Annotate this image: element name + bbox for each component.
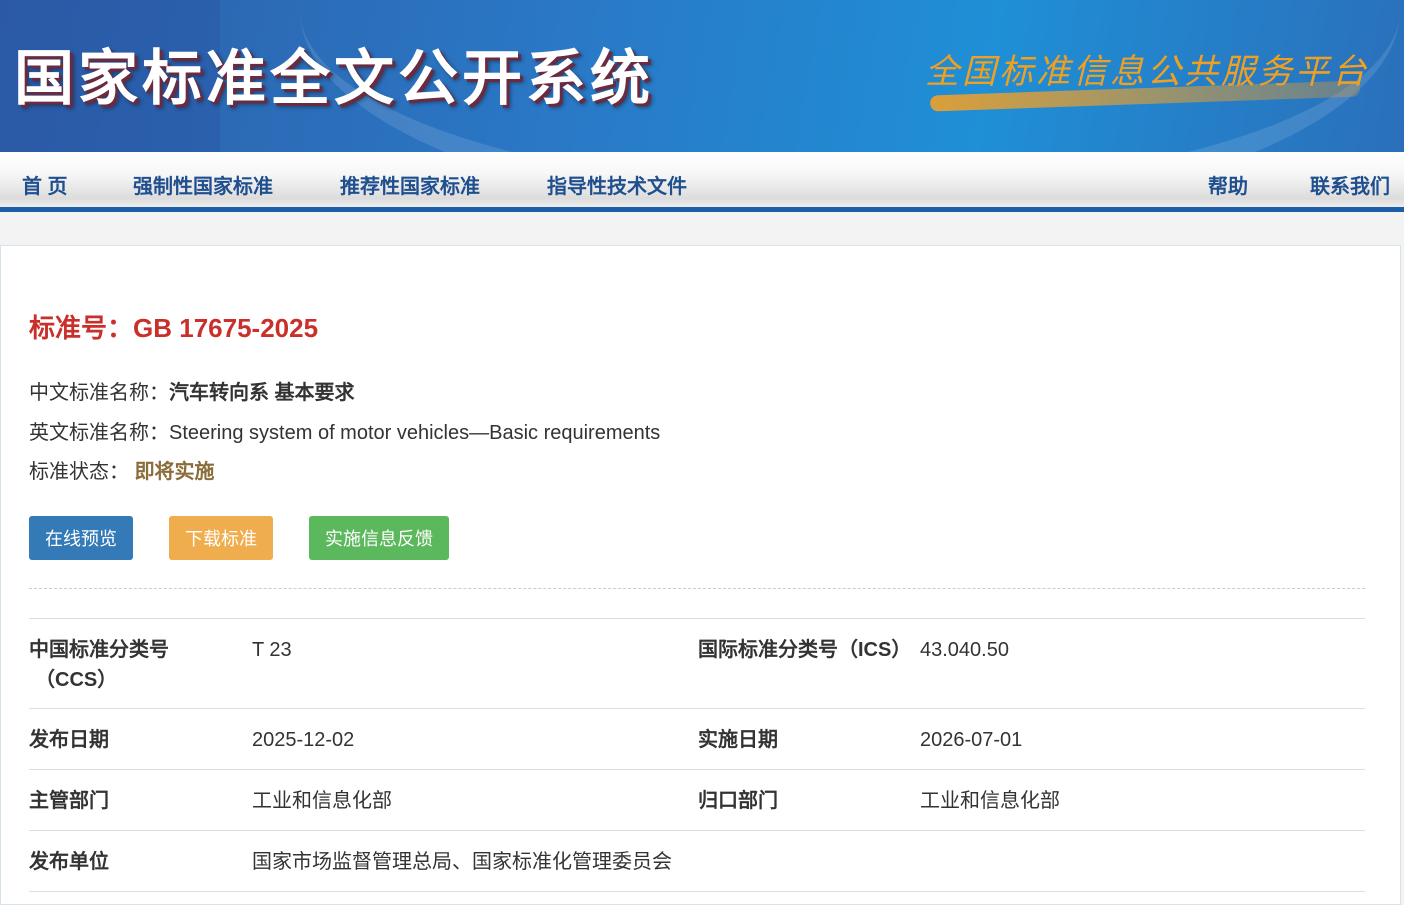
nav-home[interactable]: 首 页 — [22, 170, 68, 199]
table-row: 发布日期 2025-12-02 实施日期 2026-07-01 — [29, 709, 1365, 770]
en-name-line: 英文标准名称：Steering system of motor vehicles… — [29, 416, 660, 445]
nav-contact[interactable]: 联系我们 — [1310, 170, 1390, 199]
nav-guiding-documents[interactable]: 指导性技术文件 — [547, 170, 687, 199]
owner-label: 归口部门 — [698, 790, 778, 812]
divider — [29, 588, 1365, 589]
table-row: 中国标准分类号 （CCS） T 23 国际标准分类号（ICS） 43.040.5… — [29, 619, 1365, 709]
en-name-value: Steering system of motor vehicles—Basic … — [169, 422, 661, 444]
issuer-value: 国家市场监督管理总局、国家标准化管理委员会 — [252, 851, 672, 873]
cn-name-label: 中文标准名称： — [29, 382, 169, 404]
publish-date-value: 2025-12-02 — [252, 729, 355, 751]
online-preview-button[interactable]: 在线预览 — [29, 516, 133, 560]
publish-date-label: 发布日期 — [29, 729, 109, 751]
site-title: 国家标准全文公开系统 — [14, 44, 654, 114]
table-row: 发布单位 国家市场监督管理总局、国家标准化管理委员会 — [29, 831, 1365, 892]
standard-detail-panel: 标准号：GB 17675-2025 中文标准名称：汽车转向系 基本要求 英文标准… — [0, 245, 1401, 905]
site-header: 国家标准全文公开系统 全国标准信息公共服务平台 — [0, 0, 1404, 152]
implementation-feedback-button[interactable]: 实施信息反馈 — [309, 516, 449, 560]
standard-number-label: 标准号： — [29, 313, 134, 343]
standard-number-value: GB 17675-2025 — [133, 313, 319, 343]
nav-help[interactable]: 帮助 — [1208, 170, 1248, 199]
nav-recommended-standards[interactable]: 推荐性国家标准 — [340, 170, 480, 199]
cn-name-value: 汽车转向系 基本要求 — [169, 382, 355, 404]
impl-date-value: 2026-07-01 — [920, 729, 1023, 751]
nav-mandatory-standards[interactable]: 强制性国家标准 — [133, 170, 273, 199]
ics-value: 43.040.50 — [920, 639, 1009, 661]
owner-value: 工业和信息化部 — [920, 790, 1060, 812]
status-badge: 即将实施 — [134, 461, 215, 483]
ccs-label: 中国标准分类号 — [29, 639, 169, 661]
status-label: 标准状态： — [29, 461, 129, 483]
download-standard-button[interactable]: 下载标准 — [169, 516, 273, 560]
issuer-label: 发布单位 — [29, 851, 109, 873]
standard-number: 标准号：GB 17675-2025 — [29, 308, 318, 345]
dept-label: 主管部门 — [29, 790, 109, 812]
status-line: 标准状态： 即将实施 — [29, 455, 215, 484]
ccs-label-suffix: （CCS） — [35, 669, 118, 691]
main-nav: 首 页 强制性国家标准 推荐性国家标准 指导性技术文件 帮助 联系我们 — [0, 152, 1404, 212]
details-table: 中国标准分类号 （CCS） T 23 国际标准分类号（ICS） 43.040.5… — [29, 618, 1365, 892]
ics-label: 国际标准分类号（ICS） — [698, 639, 912, 661]
table-row: 主管部门 工业和信息化部 归口部门 工业和信息化部 — [29, 770, 1365, 831]
dept-value: 工业和信息化部 — [252, 790, 392, 812]
en-name-label: 英文标准名称： — [29, 422, 169, 444]
cn-name-line: 中文标准名称：汽车转向系 基本要求 — [29, 376, 355, 405]
ccs-value: T 23 — [252, 639, 292, 661]
impl-date-label: 实施日期 — [698, 729, 778, 751]
